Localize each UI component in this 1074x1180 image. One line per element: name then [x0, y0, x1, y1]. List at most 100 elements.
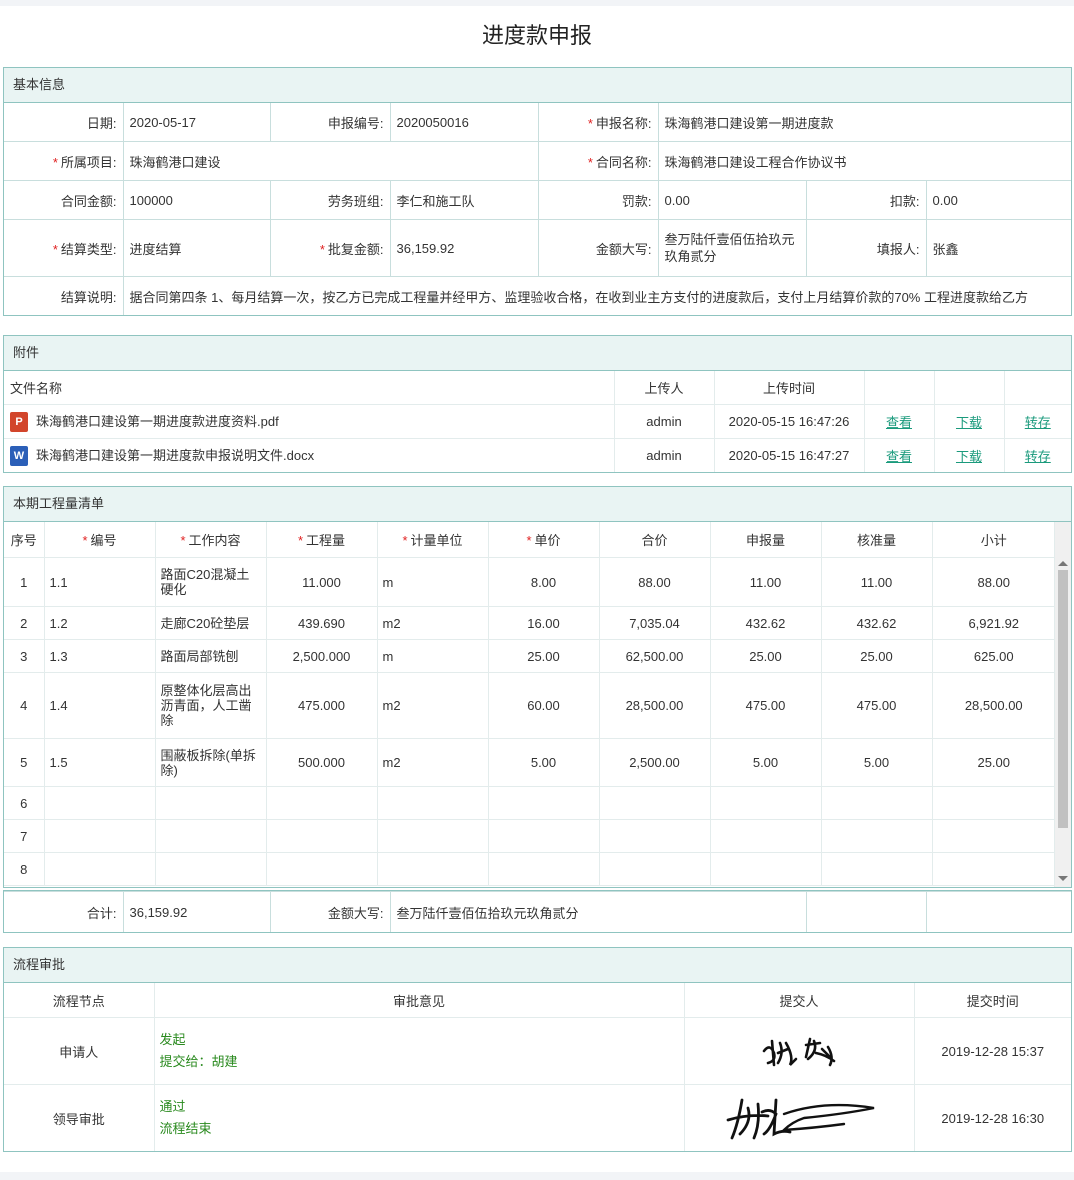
bill-cell-qty[interactable] [266, 852, 378, 886]
bill-cell-unit[interactable]: m [377, 639, 489, 673]
bill-cell-code[interactable]: 1.2 [44, 606, 156, 640]
bill-cell-content[interactable]: 路面局部铣刨 [155, 639, 267, 673]
bill-cell-declared[interactable]: 432.62 [710, 606, 822, 640]
bill-cell-code[interactable]: 1.5 [44, 738, 156, 787]
bill-cell-approved[interactable]: 11.00 [821, 557, 933, 607]
required-asterisk: * [319, 241, 325, 257]
bill-cell-content[interactable] [155, 819, 267, 853]
bill-col-label: 工程量 [306, 533, 346, 548]
view-link[interactable]: 查看 [886, 415, 912, 430]
bill-cell-code[interactable]: 1.3 [44, 639, 156, 673]
bill-cell-content[interactable]: 原整体化层高出沥青面，人工凿除 [155, 672, 267, 739]
bill-cell-unit[interactable] [377, 786, 489, 820]
bill-cell-qty[interactable]: 475.000 [266, 672, 378, 739]
bill-cell-approved[interactable] [821, 786, 933, 820]
bill-cell-declared[interactable]: 475.00 [710, 672, 822, 739]
bill-cell-code[interactable] [44, 852, 156, 886]
download-link[interactable]: 下载 [956, 415, 982, 430]
bill-cell-approved[interactable]: 25.00 [821, 639, 933, 673]
bill-cell-qty[interactable] [266, 819, 378, 853]
bill-cell-price[interactable]: 60.00 [488, 672, 600, 739]
bill-cell-approved[interactable]: 432.62 [821, 606, 933, 640]
bill-cell-unit[interactable]: m2 [377, 738, 489, 787]
table-row[interactable]: 8 [4, 852, 1056, 886]
bill-cell-price[interactable]: 5.00 [488, 738, 600, 787]
table-row[interactable]: 5 1.5 围蔽板拆除(单拆除) 500.000 m2 5.00 2,500.00 5.00 5… [4, 738, 1056, 787]
bill-cell-price[interactable] [488, 819, 600, 853]
vertical-scrollbar[interactable] [1054, 522, 1071, 887]
flow-node: 申请人 [4, 1017, 155, 1085]
bill-cell-unit[interactable]: m2 [377, 672, 489, 739]
bill-cell-content[interactable]: 围蔽板拆除(单拆除) [155, 738, 267, 787]
bill-cell-declared[interactable] [710, 852, 822, 886]
bill-cell-content[interactable]: 路面C20混凝土硬化 [155, 557, 267, 607]
date-value[interactable]: 2020-05-17 [122, 103, 271, 142]
bill-col-header: * 计量单位 [377, 522, 489, 558]
bill-cell-subtotal [932, 852, 1056, 886]
bill-cell-approved[interactable]: 475.00 [821, 672, 933, 739]
scroll-down-icon[interactable] [1058, 876, 1068, 881]
bill-cell-qty[interactable]: 2,500.000 [266, 639, 378, 673]
bill-cell-unit[interactable] [377, 852, 489, 886]
amount-value[interactable]: 100000 [122, 180, 271, 220]
col-action-1 [864, 371, 935, 405]
bill-cell-code[interactable] [44, 786, 156, 820]
bill-cell-qty[interactable] [266, 786, 378, 820]
code-value[interactable]: 2020050016 [389, 103, 539, 142]
team-value[interactable]: 李仁和施工队 [389, 180, 539, 220]
basic-info-header: 基本信息 [4, 68, 1071, 103]
bill-cell-approved[interactable] [821, 852, 933, 886]
bill-cell-price[interactable] [488, 786, 600, 820]
file-name-cell: W 珠海鹤港口建设第一期进度款申报说明文件.docx [4, 438, 615, 472]
download-link[interactable]: 下载 [956, 449, 982, 464]
table-row[interactable]: 4 1.4 原整体化层高出沥青面，人工凿除 475.000 m2 60.00 28,500.… [4, 672, 1056, 739]
bill-cell-price[interactable]: 16.00 [488, 606, 600, 640]
sum-label: 合计: [4, 891, 124, 932]
bill-grid[interactable]: 序号 * 编号 * 工作内容 * 工程量 * 计量单位 * 单价 合价 申报量 核准量 小计 1 1.1 路面C… [4, 522, 1071, 887]
deduct-value[interactable]: 0.00 [925, 180, 1071, 220]
contract-value[interactable]: 珠海鹤港口建设工程合作协议书 [657, 141, 1071, 181]
bill-cell-price[interactable]: 25.00 [488, 639, 600, 673]
bill-cell-declared[interactable]: 25.00 [710, 639, 822, 673]
approved-value[interactable]: 36,159.92 [389, 219, 539, 277]
name-value[interactable]: 珠海鹤港口建设第一期进度款 [657, 103, 1071, 142]
bill-cell-unit[interactable]: m2 [377, 606, 489, 640]
table-row[interactable]: 6 [4, 786, 1056, 820]
bill-cell-declared[interactable] [710, 819, 822, 853]
bill-cell-declared[interactable] [710, 786, 822, 820]
bill-cell-code[interactable]: 1.1 [44, 557, 156, 607]
bill-cell-qty[interactable]: 500.000 [266, 738, 378, 787]
table-row[interactable]: 7 [4, 819, 1056, 853]
bill-cell-declared[interactable]: 11.00 [710, 557, 822, 607]
bill-cell-unit[interactable] [377, 819, 489, 853]
bill-cell-code[interactable]: 1.4 [44, 672, 156, 739]
table-row[interactable]: 3 1.3 路面局部铣刨 2,500.000 m 25.00 62,500.00 25.00 2… [4, 639, 1056, 673]
bill-cell-unit[interactable]: m [377, 557, 489, 607]
view-cell: 查看 [864, 438, 935, 472]
scroll-up-icon[interactable] [1058, 561, 1068, 566]
bill-cell-content[interactable] [155, 786, 267, 820]
bill-cell-price[interactable]: 8.00 [488, 557, 600, 607]
settle-type-value[interactable]: 进度结算 [122, 219, 271, 277]
bill-cell-approved[interactable]: 5.00 [821, 738, 933, 787]
bill-cell-content[interactable]: 走廊C20砼垫层 [155, 606, 267, 640]
transfer-link[interactable]: 转存 [1025, 449, 1051, 464]
bill-cell-qty[interactable]: 11.000 [266, 557, 378, 607]
attachment-row: W 珠海鹤港口建设第一期进度款申报说明文件.docx admin 2020-05-… [4, 438, 1071, 472]
bill-cell-qty[interactable]: 439.690 [266, 606, 378, 640]
bill-cell-approved[interactable] [821, 819, 933, 853]
fine-value[interactable]: 0.00 [657, 180, 807, 220]
view-link[interactable]: 查看 [886, 449, 912, 464]
scroll-thumb[interactable] [1058, 570, 1068, 828]
required-asterisk: * [587, 154, 593, 170]
download-cell: 下载 [934, 438, 1005, 472]
table-row[interactable]: 2 1.2 走廊C20砼垫层 439.690 m2 16.00 7,035.04 432.62… [4, 606, 1056, 640]
table-row[interactable]: 1 1.1 路面C20混凝土硬化 11.000 m 8.00 88.00 11.00 11.00… [4, 557, 1056, 607]
bill-cell-content[interactable] [155, 852, 267, 886]
bill-cell-code[interactable] [44, 819, 156, 853]
transfer-link[interactable]: 转存 [1025, 415, 1051, 430]
project-value[interactable]: 珠海鹤港口建设 [122, 141, 539, 181]
bill-cell-declared[interactable]: 5.00 [710, 738, 822, 787]
desc-value[interactable]: 据合同第四条 1、每月结算一次，按乙方已完成工程量并经甲方、监理验收合格，在收到… [122, 276, 1071, 315]
bill-cell-price[interactable] [488, 852, 600, 886]
